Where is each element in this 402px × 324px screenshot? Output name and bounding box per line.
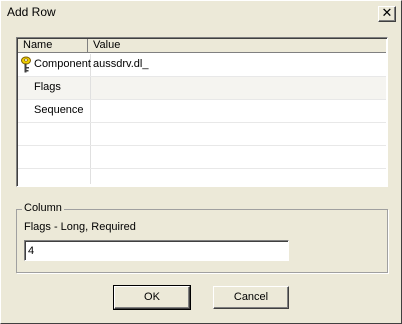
grid-row-empty	[18, 146, 386, 169]
grid-cell-value	[91, 146, 386, 168]
title-bar: Add Row ✕	[3, 3, 399, 23]
row-grid: Name Value Component aussdrv.dl_ Flags S…	[16, 37, 388, 187]
column-groupbox: Column Flags - Long, Required	[16, 202, 388, 273]
grid-cell-value[interactable]	[91, 77, 386, 99]
grid-cell-name[interactable]: Component	[18, 54, 91, 76]
key-icon	[21, 56, 31, 73]
grid-row-sequence[interactable]: Sequence	[18, 100, 386, 123]
grid-cell-name[interactable]: Flags	[18, 77, 91, 99]
grid-cell-value	[91, 123, 386, 145]
column-header-name[interactable]: Name	[18, 39, 88, 53]
grid-row-component[interactable]: Component aussdrv.dl_	[18, 54, 386, 77]
grid-row-empty	[18, 123, 386, 146]
close-icon: ✕	[381, 6, 393, 21]
grid-cell-value[interactable]	[91, 100, 386, 122]
column-value-input[interactable]	[24, 240, 289, 261]
column-header-value[interactable]: Value	[88, 39, 386, 53]
ok-button[interactable]: OK	[113, 285, 191, 310]
grid-cell-value[interactable]: aussdrv.dl_	[91, 54, 386, 76]
grid-cell-name-text: Component	[34, 58, 91, 70]
grid-row-empty	[18, 169, 386, 184]
grid-cell-name	[18, 123, 91, 145]
grid-cell-name[interactable]: Sequence	[18, 100, 91, 122]
grid-cell-name	[18, 146, 91, 168]
column-description: Flags - Long, Required	[24, 221, 136, 233]
window-title: Add Row	[7, 5, 56, 19]
close-button[interactable]: ✕	[378, 6, 396, 22]
cancel-button[interactable]: Cancel	[213, 286, 289, 309]
grid-header: Name Value	[18, 39, 386, 53]
column-group-legend: Column	[22, 202, 64, 214]
grid-row-flags[interactable]: Flags	[18, 77, 386, 100]
add-row-dialog: Add Row ✕ Name Value Component aussdrv.d…	[0, 0, 402, 324]
grid-cell-name	[18, 169, 91, 184]
grid-cell-value	[91, 169, 386, 184]
